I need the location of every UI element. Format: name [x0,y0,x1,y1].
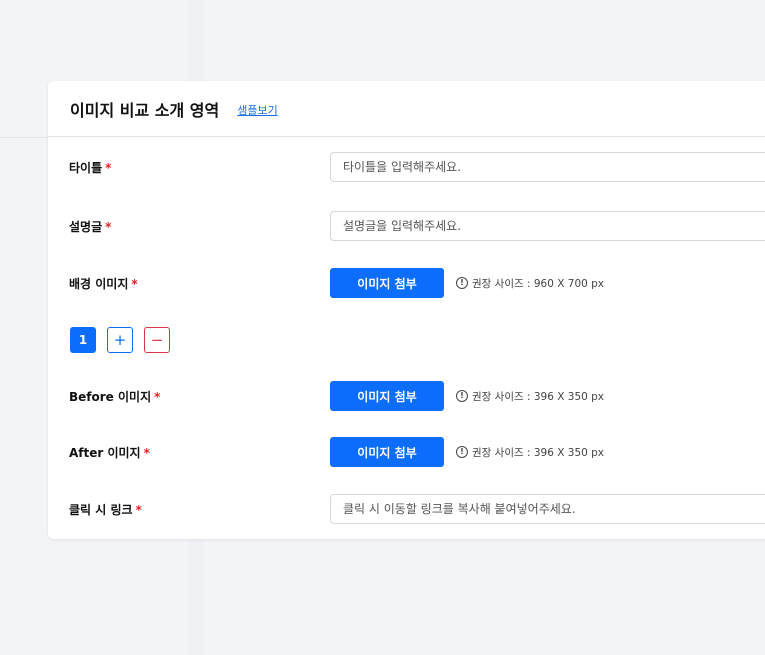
info-icon: ! [456,446,468,458]
required-mark: * [105,219,112,234]
background-image-size-hint: ! 권장 사이즈 : 960 X 700 px [456,276,604,291]
click-link-row: 클릭 시 링크 * [48,493,765,525]
required-mark: * [131,276,138,291]
card-header: 이미지 비교 소개 영역 샘플보기 [48,81,765,137]
title-label: 타이틀 * [69,160,112,175]
after-image-size-hint: ! 권장 사이즈 : 396 X 350 px [456,445,604,460]
description-row: 설명글 * [48,210,765,242]
required-mark: * [154,389,161,404]
description-label: 설명글 * [69,219,112,234]
slide-pager: 1 + − [70,327,170,353]
image-compare-card: 이미지 비교 소개 영역 샘플보기 타이틀* 설명글* 배경 이미지* 이미지 … [48,81,765,539]
sample-view-link[interactable]: 샘플보기 [237,102,277,118]
after-image-attach-button[interactable]: 이미지 첨부 [330,437,444,467]
required-mark: * [105,160,112,175]
before-image-size-hint: ! 권장 사이즈 : 396 X 350 px [456,389,604,404]
click-link-label: 클릭 시 링크 * [69,502,142,517]
minus-icon: − [150,331,164,349]
description-input[interactable] [330,211,765,241]
required-mark: * [143,445,150,460]
before-image-row: Before 이미지 * 이미지 첨부 ! 권장 사이즈 : 396 X 350 p… [48,380,765,412]
card-title: 이미지 비교 소개 영역 [70,100,220,120]
background-image-row: 배경 이미지 * 이미지 첨부 ! 권장 사이즈 : 960 X 700 px [48,267,765,299]
background-divider [0,137,48,138]
info-icon: ! [456,390,468,402]
info-icon: ! [456,277,468,289]
click-link-input[interactable] [330,494,765,524]
required-mark: * [135,502,142,517]
slide-page-1[interactable]: 1 [70,327,96,353]
remove-slide-button[interactable]: − [144,327,170,353]
title-input[interactable] [330,152,765,182]
before-image-attach-button[interactable]: 이미지 첨부 [330,381,444,411]
title-row: 타이틀 * [48,151,765,183]
plus-icon: + [113,331,127,349]
add-slide-button[interactable]: + [107,327,133,353]
background-image-label: 배경 이미지 * [69,276,138,291]
after-image-label: After 이미지 * [69,445,150,460]
before-image-label: Before 이미지 * [69,389,161,404]
background-image-attach-button[interactable]: 이미지 첨부 [330,268,444,298]
after-image-row: After 이미지 * 이미지 첨부 ! 권장 사이즈 : 396 X 350 px [48,436,765,468]
